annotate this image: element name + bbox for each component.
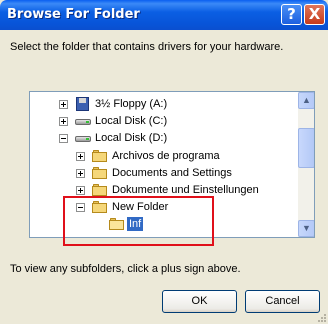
expand-icon[interactable] — [59, 100, 68, 109]
resize-grip-icon[interactable] — [318, 314, 327, 323]
expand-icon[interactable] — [59, 117, 68, 126]
annotation-highlight-box — [63, 196, 214, 246]
expand-icon[interactable] — [76, 152, 85, 161]
browse-for-folder-dialog: Browse For Folder ? X Select the folder … — [0, 0, 328, 324]
tree-item-label: Local Disk (C:) — [95, 115, 168, 127]
tree-item-local-disk-d[interactable]: Local Disk (D:) — [30, 130, 300, 147]
folder-icon — [92, 166, 108, 179]
folder-icon — [92, 183, 108, 196]
ok-button[interactable]: OK — [162, 290, 237, 313]
help-icon: ? — [287, 5, 296, 23]
tree-item-label: Local Disk (D:) — [95, 132, 168, 144]
tree-item-label: Dokumente und Einstellungen — [112, 184, 259, 196]
close-button[interactable]: X — [304, 4, 325, 25]
title-bar[interactable]: Browse For Folder ? X — [0, 0, 328, 30]
hard-drive-icon — [75, 114, 91, 128]
window-title: Browse For Folder — [7, 7, 140, 22]
instruction-text: Select the folder that contains drivers … — [10, 41, 284, 53]
tree-item-archivos-de-programa[interactable]: Archivos de programa — [30, 148, 300, 165]
tree-item-label: Archivos de programa — [112, 150, 220, 162]
scroll-down-button[interactable]: ▼ — [298, 220, 314, 237]
tree-item-documents-and-settings[interactable]: Documents and Settings — [30, 165, 300, 182]
hard-drive-icon — [75, 131, 91, 145]
tree-item-local-disk-c[interactable]: Local Disk (C:) — [30, 113, 300, 130]
close-icon: X — [308, 5, 321, 23]
tree-item-floppy[interactable]: 3½ Floppy (A:) — [30, 96, 300, 113]
help-button[interactable]: ? — [281, 4, 302, 25]
tree-item-label: 3½ Floppy (A:) — [95, 98, 168, 110]
floppy-drive-icon — [75, 97, 91, 111]
tree-item-label: Documents and Settings — [112, 167, 232, 179]
expand-icon[interactable] — [76, 169, 85, 178]
cancel-button[interactable]: Cancel — [245, 290, 320, 313]
vertical-scrollbar[interactable]: ▲ ▼ — [298, 92, 314, 237]
scroll-up-button[interactable]: ▲ — [298, 92, 314, 109]
chevron-down-icon: ▼ — [302, 223, 311, 233]
chevron-up-icon: ▲ — [302, 95, 311, 105]
hint-text: To view any subfolders, click a plus sig… — [10, 263, 241, 275]
collapse-icon[interactable] — [59, 134, 68, 143]
scroll-thumb[interactable] — [298, 128, 314, 168]
folder-icon — [92, 149, 108, 162]
expand-icon[interactable] — [76, 186, 85, 195]
